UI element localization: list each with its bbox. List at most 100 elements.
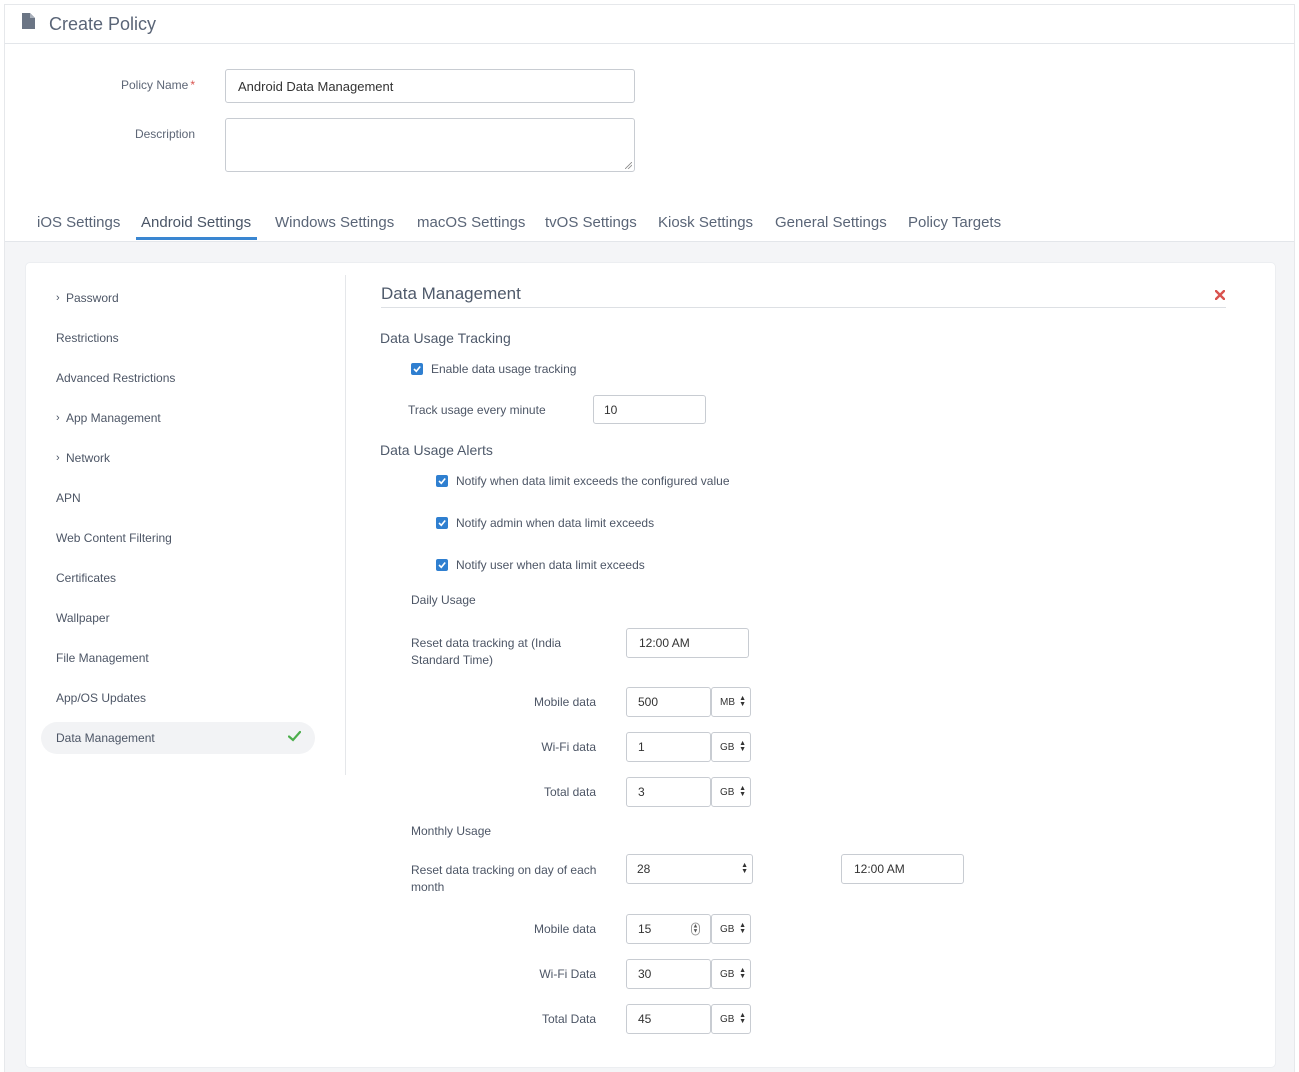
unit-value: GB [720, 741, 735, 753]
sidebar-item-label: Network [66, 451, 111, 465]
sidebar-item-network[interactable]: › Network [41, 442, 315, 474]
sidebar-item-data-management[interactable]: Data Management [41, 722, 315, 754]
settings-sidebar: › Password Restrictions Advanced Restrict… [26, 275, 346, 775]
unit-value: MB [720, 696, 735, 708]
sidebar-item-restrictions[interactable]: Restrictions [41, 322, 315, 354]
sidebar-item-label: APN [56, 491, 81, 505]
monthly-wifi-unit-select[interactable]: GB ▲ ▼ [711, 959, 751, 989]
sidebar-item-label: Web Content Filtering [56, 531, 172, 545]
select-arrows-icon: ▲ ▼ [741, 862, 748, 875]
daily-reset-label: Reset data tracking at (India Standard T… [411, 636, 562, 667]
tab-kiosk-settings[interactable]: Kiosk Settings [658, 214, 753, 231]
number-stepper-icon[interactable]: ▲ ▼ [691, 922, 700, 936]
page-frame: Create Policy Policy Name * Android Data … [4, 4, 1295, 1072]
daily-total-label: Total data [543, 785, 596, 799]
enable-tracking-row[interactable]: Enable data usage tracking [411, 362, 576, 376]
sidebar-item-app-os-updates[interactable]: App/OS Updates [41, 682, 315, 714]
settings-card: › Password Restrictions Advanced Restrict… [25, 262, 1276, 1068]
monthly-total-input[interactable]: 45 [626, 1004, 711, 1034]
daily-wifi-input[interactable]: 1 [626, 732, 711, 762]
select-arrows-icon: ▲ ▼ [739, 695, 746, 708]
daily-reset-time-value: 12:00 AM [639, 636, 690, 650]
daily-reset-time-input[interactable]: 12:00 AM [626, 628, 749, 658]
tab-macos-settings[interactable]: macOS Settings [417, 214, 525, 231]
alerts-title: Data Usage Alerts [380, 442, 493, 458]
chevron-right-icon: › [56, 412, 60, 424]
sidebar-item-certificates[interactable]: Certificates [41, 562, 315, 594]
monthly-total-label: Total Data [541, 1012, 596, 1026]
track-interval-value: 10 [604, 402, 618, 417]
page-header: Create Policy [5, 5, 1294, 44]
policy-name-input[interactable]: Android Data Management [225, 69, 635, 103]
sidebar-item-label: Data Management [56, 731, 155, 745]
monthly-reset-time-value: 12:00 AM [854, 862, 905, 876]
monthly-mobile-input[interactable]: 15 ▲ ▼ [626, 914, 711, 944]
tab-ios-settings[interactable]: iOS Settings [37, 214, 120, 231]
monthly-mobile-unit-select[interactable]: GB ▲ ▼ [711, 914, 751, 944]
daily-wifi-label: Wi-Fi data [541, 740, 596, 754]
monthly-wifi-label: Wi-Fi Data [539, 967, 596, 981]
sidebar-item-web-content-filtering[interactable]: Web Content Filtering [41, 522, 315, 554]
tab-tvos-settings[interactable]: tvOS Settings [545, 214, 637, 231]
alert-label: Notify when data limit exceeds the confi… [456, 474, 730, 488]
alert-row-exceeds-config[interactable]: Notify when data limit exceeds the confi… [436, 474, 730, 488]
sidebar-item-apn[interactable]: APN [41, 482, 315, 514]
select-arrows-icon: ▲ ▼ [739, 740, 746, 753]
monthly-mobile-label: Mobile data [533, 922, 596, 936]
monthly-wifi-input[interactable]: 30 [626, 959, 711, 989]
tracking-title: Data Usage Tracking [380, 330, 511, 346]
sidebar-item-label: Restrictions [56, 331, 119, 345]
sidebar-item-label: Advanced Restrictions [56, 371, 176, 385]
check-icon [438, 519, 446, 527]
tab-policy-targets[interactable]: Policy Targets [908, 214, 1001, 231]
select-arrows-icon: ▲ ▼ [739, 1012, 746, 1025]
daily-total-unit-select[interactable]: GB ▲ ▼ [711, 777, 751, 807]
check-icon [438, 561, 446, 569]
daily-total-value: 3 [638, 785, 645, 799]
reset-day-value: 28 [637, 862, 651, 876]
unit-value: GB [720, 1013, 735, 1025]
close-icon[interactable] [1215, 290, 1225, 300]
tab-windows-settings[interactable]: Windows Settings [275, 214, 394, 231]
check-icon [438, 477, 446, 485]
daily-total-input[interactable]: 3 [626, 777, 711, 807]
alert-exceeds-config-checkbox[interactable] [436, 475, 448, 487]
daily-wifi-value: 1 [638, 740, 645, 754]
monthly-reset-day-select[interactable]: 28 ▲ ▼ [626, 854, 753, 884]
track-interval-input[interactable]: 10 [593, 395, 706, 424]
enable-tracking-checkbox[interactable] [411, 363, 423, 375]
sidebar-item-password[interactable]: › Password [41, 282, 315, 314]
unit-value: GB [720, 786, 735, 798]
alert-label: Notify admin when data limit exceeds [456, 516, 655, 530]
monthly-usage-title: Monthly Usage [411, 824, 492, 838]
sidebar-item-label: Wallpaper [56, 611, 110, 625]
alert-row-notify-admin[interactable]: Notify admin when data limit exceeds [436, 516, 654, 530]
sidebar-item-advanced-restrictions[interactable]: Advanced Restrictions [41, 362, 315, 394]
settings-tabs: iOS Settings Android Settings Windows Se… [5, 205, 1294, 242]
sidebar-item-file-management[interactable]: File Management [41, 642, 315, 674]
select-arrows-icon: ▲ ▼ [739, 922, 746, 935]
daily-wifi-unit-select[interactable]: GB ▲ ▼ [711, 732, 751, 762]
policy-name-label: Policy Name * [120, 78, 195, 92]
tab-general-settings[interactable]: General Settings [775, 214, 887, 231]
check-icon [413, 365, 421, 373]
daily-mobile-input[interactable]: 500 [626, 687, 711, 717]
alert-notify-admin-checkbox[interactable] [436, 517, 448, 529]
sidebar-item-wallpaper[interactable]: Wallpaper [41, 602, 315, 634]
sidebar-item-label: File Management [56, 651, 149, 665]
description-textarea[interactable] [225, 118, 635, 172]
unit-value: GB [720, 923, 735, 935]
alert-row-notify-user[interactable]: Notify user when data limit exceeds [436, 558, 645, 572]
daily-usage-title: Daily Usage [411, 593, 476, 607]
monthly-reset-time-input[interactable]: 12:00 AM [841, 854, 964, 884]
tab-android-settings[interactable]: Android Settings [141, 214, 251, 231]
description-label: Description [134, 127, 195, 141]
checkmark-icon [288, 730, 301, 742]
sidebar-item-app-management[interactable]: › App Management [41, 402, 315, 434]
resize-grip-icon[interactable] [625, 162, 632, 169]
daily-mobile-unit-select[interactable]: MB ▲ ▼ [711, 687, 751, 717]
alert-notify-user-checkbox[interactable] [436, 559, 448, 571]
monthly-total-unit-select[interactable]: GB ▲ ▼ [711, 1004, 751, 1034]
chevron-right-icon: › [56, 452, 60, 464]
unit-value: GB [720, 968, 735, 980]
